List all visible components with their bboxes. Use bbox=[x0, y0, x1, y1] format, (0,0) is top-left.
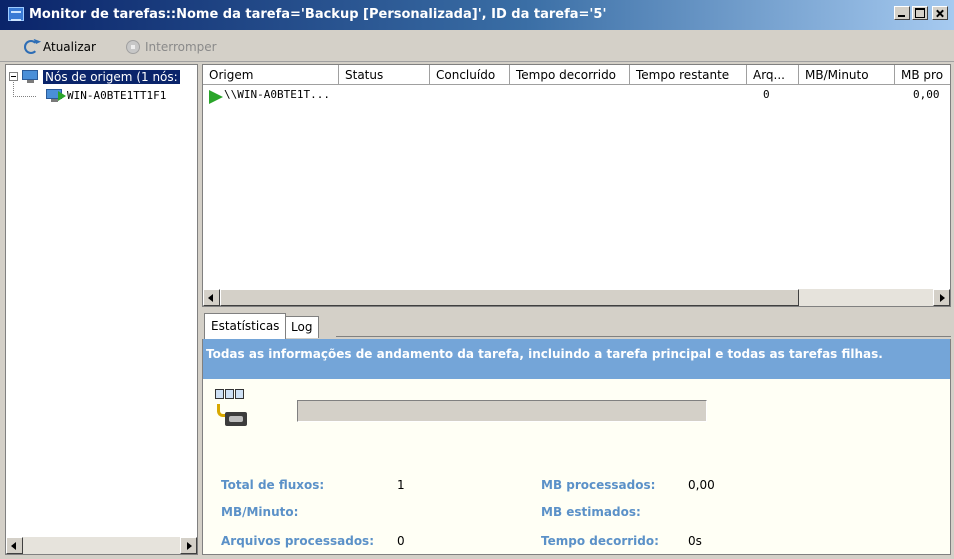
mb-processados-value: 0,00 bbox=[688, 478, 715, 492]
tab-log[interactable]: Log bbox=[284, 316, 320, 338]
scroll-thumb[interactable] bbox=[220, 289, 799, 306]
scroll-right-button[interactable] bbox=[933, 289, 950, 306]
window-controls bbox=[894, 6, 948, 20]
progress-grid: Origem Status Concluído Tempo decorrido … bbox=[202, 64, 951, 307]
app-icon bbox=[8, 7, 24, 21]
title-bar: Monitor de tarefas::Nome da tarefa='Back… bbox=[0, 0, 954, 30]
arquivos-processados-value: 0 bbox=[397, 534, 405, 548]
cell-origem: \\WIN-A0BTE1T... bbox=[224, 88, 330, 101]
grid-horizontal-scrollbar[interactable] bbox=[203, 289, 950, 306]
source-nodes-tree[interactable]: Nós de origem (1 nós: WIN-A0BTE1TT1F1 bbox=[5, 64, 198, 555]
tree-node-root[interactable]: Nós de origem (1 nós: bbox=[9, 68, 180, 85]
backup-job-icon bbox=[215, 389, 247, 429]
column-header-status[interactable]: Status bbox=[339, 65, 430, 85]
minimize-button[interactable] bbox=[894, 6, 910, 20]
toolbar-divider bbox=[0, 61, 954, 62]
computer-running-icon bbox=[46, 88, 66, 103]
table-row[interactable]: \\WIN-A0BTE1T... 0 0,00 bbox=[203, 86, 950, 104]
mb-minuto-label: MB/Minuto: bbox=[221, 505, 299, 519]
column-header-mb-minuto[interactable]: MB/Minuto bbox=[799, 65, 895, 85]
stop-icon bbox=[126, 40, 140, 54]
scroll-left-button[interactable] bbox=[6, 537, 23, 554]
computer-icon bbox=[22, 69, 39, 84]
tab-estatisticas[interactable]: Estatísticas bbox=[204, 313, 287, 339]
toolbar: Atualizar Interromper bbox=[0, 33, 954, 61]
detail-tabs: Estatísticas Log bbox=[202, 313, 951, 339]
cell-mb-processados: 0,00 bbox=[913, 88, 940, 101]
play-icon bbox=[209, 90, 223, 104]
tree-node-child[interactable]: WIN-A0BTE1TT1F1 bbox=[46, 87, 166, 104]
tempo-decorrido-label: Tempo decorrido: bbox=[541, 534, 659, 548]
info-banner: Todas as informações de andamento da tar… bbox=[203, 339, 950, 379]
tree-node-child-label: WIN-A0BTE1TT1F1 bbox=[67, 89, 167, 102]
mb-estimados-label: MB estimados: bbox=[541, 505, 641, 519]
stop-button[interactable]: Interromper bbox=[126, 37, 217, 57]
grid-header: Origem Status Concluído Tempo decorrido … bbox=[203, 65, 950, 85]
column-header-origem[interactable]: Origem bbox=[203, 65, 339, 85]
column-header-concluido[interactable]: Concluído bbox=[430, 65, 510, 85]
tempo-decorrido-value: 0s bbox=[688, 534, 702, 548]
stop-label: Interromper bbox=[145, 40, 217, 54]
total-fluxos-label: Total de fluxos: bbox=[221, 478, 325, 492]
tree-horizontal-scrollbar[interactable] bbox=[6, 537, 197, 554]
refresh-button[interactable]: Atualizar bbox=[24, 37, 96, 57]
tab-divider bbox=[336, 336, 951, 337]
progress-bar bbox=[297, 400, 707, 422]
column-header-tempo-decorrido[interactable]: Tempo decorrido bbox=[510, 65, 630, 85]
column-header-mb-processados[interactable]: MB pro bbox=[895, 65, 950, 85]
refresh-icon bbox=[24, 40, 38, 54]
column-header-arquivos[interactable]: Arq... bbox=[747, 65, 799, 85]
scroll-left-button[interactable] bbox=[203, 289, 220, 306]
cell-arquivos: 0 bbox=[763, 88, 770, 101]
statistics-panel: Todas as informações de andamento da tar… bbox=[202, 339, 951, 555]
tree-node-root-label: Nós de origem (1 nós: bbox=[43, 69, 180, 84]
column-header-tempo-restante[interactable]: Tempo restante bbox=[630, 65, 747, 85]
total-fluxos-value: 1 bbox=[397, 478, 405, 492]
arquivos-processados-label: Arquivos processados: bbox=[221, 534, 374, 548]
scroll-right-button[interactable] bbox=[180, 537, 197, 554]
close-button[interactable] bbox=[932, 6, 948, 20]
mb-processados-label: MB processados: bbox=[541, 478, 656, 492]
refresh-label: Atualizar bbox=[43, 40, 96, 54]
collapse-icon[interactable] bbox=[9, 72, 18, 81]
window-title: Monitor de tarefas::Nome da tarefa='Back… bbox=[29, 7, 607, 22]
maximize-button[interactable] bbox=[912, 6, 928, 20]
